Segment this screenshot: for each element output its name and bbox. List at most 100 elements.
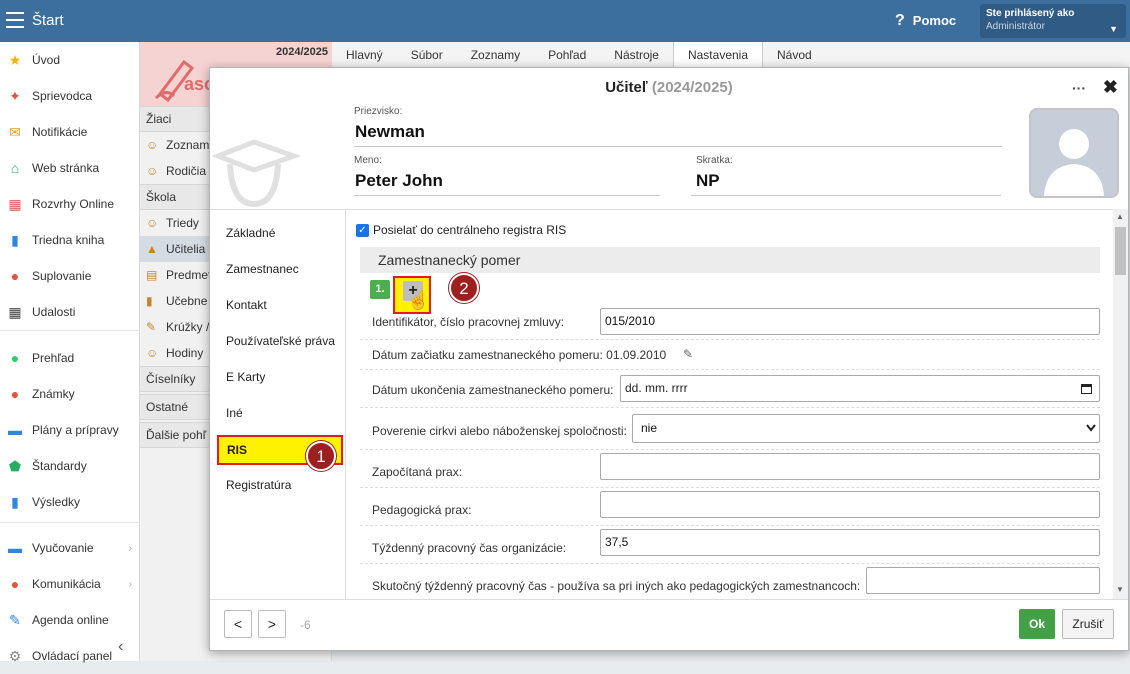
chevron-down-icon: ▼ [1109,24,1118,34]
name-value[interactable]: Peter John [355,171,443,191]
dialog-title: Učiteľ (2024/2025) [605,79,733,96]
more-icon[interactable]: ··· [1072,80,1086,96]
user-menu[interactable]: Ste prihlásený ako Administrátor ▼ [980,4,1126,38]
sidebar-item-9[interactable]: ● Známky [0,376,140,412]
actual-time-input[interactable] [866,567,1100,594]
tab-5[interactable]: Iné [226,406,243,420]
sidebar-item-label: Suplovanie [32,269,92,283]
chevron-right-icon: › [128,542,132,554]
divider [0,330,140,331]
step-badge-1: 1 [306,441,336,471]
module-icon: ☺ [146,164,159,178]
tab-4[interactable]: E Karty [226,370,265,384]
sidebar-icon: ● [10,386,20,402]
help-button[interactable]: ? Pomoc [895,12,956,30]
abbr-value[interactable]: NP [696,171,720,191]
menu-item-3[interactable]: Pohľad [534,42,600,68]
menu-item-5[interactable]: Nastavenia [672,42,764,68]
record-number-tab[interactable]: 1. [370,280,390,299]
end-date-input[interactable]: dd. mm. rrrr [620,375,1100,402]
sidebar-icon: ★ [8,51,22,68]
actual-time-row: Skutočný týždenný pracovný čas - používa… [360,564,1100,599]
identifier-input[interactable]: 015/2010 [600,308,1100,335]
surname-value[interactable]: Newman [355,122,425,142]
avatar[interactable] [1029,108,1119,198]
weekly-time-input[interactable]: 37,5 [600,529,1100,556]
sidebar-icon: ▮ [11,231,19,248]
sidebar-item-1[interactable]: ✦ Sprievodca [0,78,140,114]
sidebar-item-12[interactable]: ▮ Výsledky [0,484,140,520]
church-select[interactable]: nie [632,414,1100,443]
module-item-label: Ďalšie pohľ [146,428,207,442]
abbr-label: Skratka: [696,155,733,166]
surname-label: Priezvisko: [354,106,403,117]
sidebar-icon: ⬟ [8,457,22,474]
school-year: 2024/2025 [276,46,328,58]
scroll-up-icon[interactable]: ▲ [1116,212,1124,221]
chevron-down-icon [1086,424,1096,432]
sidebar-item-11[interactable]: ⬟ Štandardy [0,448,140,484]
sidebar-item-4[interactable]: ▦ Rozvrhy Online [0,186,140,222]
cancel-button[interactable]: Zrušiť [1062,609,1114,639]
menu-icon[interactable] [6,12,24,28]
next-button[interactable]: > [258,610,286,638]
collapse-sidebar-icon[interactable]: ‹ [118,638,123,656]
sidebar-icon: ▬ [8,540,22,556]
tab-3[interactable]: Používateľské práva [226,334,335,348]
sidebar-item-5[interactable]: ▮ Triedna kniha [0,222,140,258]
menu-item-4[interactable]: Nástroje [600,42,673,68]
counted-practice-input[interactable] [600,453,1100,480]
close-icon[interactable]: ✖ [1103,77,1118,98]
sidebar-item-label: Rozvrhy Online [32,197,115,211]
module-item-label: Číselníky [146,372,196,386]
user-role: Administrátor [986,21,1045,32]
sidebar-item-14[interactable]: ● Komunikácia › [0,566,140,602]
ris-checkbox-label: Posielať do centrálneho registra RIS [373,223,567,237]
scroll-down-icon[interactable]: ▼ [1116,585,1124,594]
menu-item-6[interactable]: Návod [763,42,826,68]
menu-item-2[interactable]: Zoznamy [457,42,534,68]
sidebar-item-13[interactable]: ▬ Vyučovanie › [0,530,140,566]
start-date-value: 01.09.2010 [606,348,667,362]
prev-button[interactable]: < [224,610,252,638]
sidebar-item-6[interactable]: ● Suplovanie [0,258,140,294]
identifier-label: Identifikátor, číslo pracovnej zmluvy: [372,315,565,329]
scrollbar[interactable]: ▲ ▼ [1113,209,1128,599]
sidebar-icon: ▦ [8,195,22,212]
tab-2[interactable]: Kontakt [226,298,267,312]
user-label: Ste prihlásený ako [986,8,1075,19]
module-icon: ▤ [146,268,158,282]
sidebar-item-15[interactable]: ✎ Agenda online [0,602,140,638]
record-counter: -6 [300,618,311,632]
sidebar-item-10[interactable]: ▬ Plány a prípravy [0,412,140,448]
church-row: Poverenie cirkvi alebo náboženskej spolo… [360,408,1100,450]
tab-1[interactable]: Zamestnanec [226,262,299,276]
sidebar-icon: ▦ [8,303,22,320]
pencil-icon[interactable]: ✎ [683,347,693,361]
sidebar-item-label: Známky [32,387,75,401]
sidebar-item-label: Komunikácia [32,577,101,591]
teacher-hat-icon [211,139,300,208]
menu-item-0[interactable]: Hlavný [332,42,397,68]
tab-7[interactable]: Registratúra [226,478,291,492]
calendar-icon[interactable] [1081,383,1092,394]
main-sidebar: ★ Úvod ✦ Sprievodca ✉ Notifikácie ⌂ Web stránka… [0,42,140,664]
ok-button[interactable]: Ok [1019,609,1055,639]
sidebar-item-0[interactable]: ★ Úvod [0,42,140,78]
sidebar-item-8[interactable]: ● Prehľad [0,340,140,376]
menu-item-1[interactable]: Súbor [397,42,457,68]
app-title[interactable]: Štart [32,12,64,29]
start-date-label: Dátum začiatku zamestnaneckého pomeru: 0… [372,348,667,362]
scroll-thumb[interactable] [1115,227,1126,275]
checkbox-checked-icon[interactable]: ✓ [356,223,369,237]
sidebar-item-7[interactable]: ▦ Udalosti [0,294,140,330]
sidebar-icon: ● [10,268,20,284]
sidebar-icon: ● [10,350,20,366]
sidebar-item-label: Úvod [32,53,61,67]
sidebar-item-2[interactable]: ✉ Notifikácie [0,114,140,150]
ris-checkbox-row[interactable]: ✓ Posielať do centrálneho registra RIS [356,223,566,237]
tab-0[interactable]: Základné [226,226,275,240]
sidebar-item-3[interactable]: ⌂ Web stránka [0,150,140,186]
ped-practice-input[interactable] [600,491,1100,518]
module-item-label: Škola [146,190,177,204]
